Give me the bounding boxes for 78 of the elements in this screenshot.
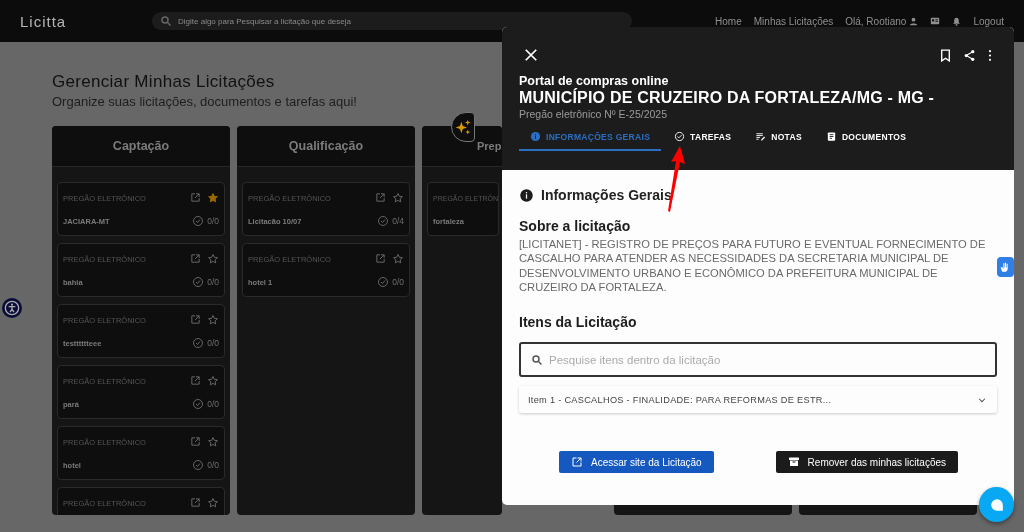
ai-assistant-button[interactable] xyxy=(451,112,475,142)
external-link-icon[interactable] xyxy=(190,497,201,508)
task-count: 0/0 xyxy=(207,399,219,409)
logout-link[interactable]: Logout xyxy=(973,15,1004,27)
check-circle-icon xyxy=(192,276,205,288)
id-card-icon[interactable] xyxy=(930,16,941,26)
check-circle-icon xyxy=(377,276,390,288)
column-title: Qualificação xyxy=(288,139,364,153)
search-icon xyxy=(531,353,543,366)
info-icon xyxy=(519,187,534,203)
external-link-icon[interactable] xyxy=(190,314,201,325)
sparkle-icon xyxy=(455,118,472,136)
section-title: Informações Gerais xyxy=(541,187,672,203)
check-circle-icon xyxy=(192,459,205,471)
star-icon[interactable] xyxy=(392,192,404,204)
task-count: 0/4 xyxy=(392,216,404,226)
task-count: 0/0 xyxy=(207,460,219,470)
column-title: Prep xyxy=(477,140,502,152)
nav-link[interactable]: Home xyxy=(715,15,742,27)
notes-pencil-icon xyxy=(755,131,767,142)
star-icon[interactable] xyxy=(207,192,219,204)
tab[interactable]: NOTAS xyxy=(744,125,813,151)
sign-language-button[interactable] xyxy=(997,257,1014,277)
bell-icon[interactable] xyxy=(952,16,962,26)
check-circle-icon xyxy=(192,337,205,349)
action-button[interactable]: Remover das minhas licitações xyxy=(775,451,958,474)
info-icon xyxy=(530,131,541,142)
document-icon xyxy=(825,131,837,142)
task-count: 0/0 xyxy=(207,277,219,287)
tab[interactable]: DOCUMENTOS xyxy=(814,125,918,151)
external-link-icon[interactable] xyxy=(190,253,201,264)
action-button[interactable]: Acessar site da Licitação xyxy=(559,451,714,474)
process-number: Pregão eletrônico Nº E-25/2025 xyxy=(519,108,668,120)
star-icon[interactable] xyxy=(207,253,219,265)
section-heading: Itens da Licitação xyxy=(519,314,638,331)
search-box[interactable]: Pesquise itens dentro da licitação xyxy=(519,342,997,378)
search-input[interactable]: Pesquise itens dentro da licitação xyxy=(549,344,985,376)
check-circle-icon xyxy=(192,398,205,410)
organization-title: MUNICÍPIO DE CRUZEIRO DA FORTALEZA/MG - MG - xyxy=(519,89,935,107)
user-menu[interactable]: Olá, Rootiano xyxy=(845,15,919,27)
check-circle-icon xyxy=(377,215,390,227)
external-link-icon[interactable] xyxy=(375,253,386,264)
close-icon[interactable] xyxy=(524,48,538,62)
archive-box-icon xyxy=(787,456,800,469)
star-icon[interactable] xyxy=(207,497,219,509)
star-icon[interactable] xyxy=(207,375,219,387)
task-count: 0/0 xyxy=(392,277,404,287)
description-text: [LICITANET] - REGISTRO DE PREÇOS PARA FUTURO E EVENTUAL FORNECIMENTO DE CASCALHO PARA ATENDER AS NECESSIDADES DA SECRETARIA MUNICIPAL DE DESENVOLVIMENTO URBANO E ECONÔMICO DA PREFEITURA MUNICIPAL DE CRUZEIRO DA FORTALEZA. xyxy=(519,237,987,295)
column-title: Captação xyxy=(112,139,170,153)
external-link-icon xyxy=(571,456,583,469)
nav-link[interactable]: Minhas Licitações xyxy=(753,15,834,27)
tab[interactable]: TAREFAS xyxy=(663,125,743,151)
page-title: Gerenciar Minhas Licitações xyxy=(52,72,275,92)
tab[interactable]: INFORMAÇÕES GERAIS xyxy=(519,125,662,151)
accessibility-icon xyxy=(4,300,20,316)
accessibility-button[interactable] xyxy=(2,298,22,318)
external-link-icon[interactable] xyxy=(190,436,201,447)
bookmark-icon[interactable] xyxy=(940,48,951,62)
external-link-icon[interactable] xyxy=(375,192,386,203)
chat-bubble-icon xyxy=(989,497,1004,512)
check-circle-icon xyxy=(674,131,686,142)
star-icon[interactable] xyxy=(392,253,404,265)
logo[interactable]: Licitta xyxy=(20,12,106,30)
task-count: 0/0 xyxy=(207,216,219,226)
more-vertical-icon[interactable] xyxy=(988,48,992,62)
external-link-icon[interactable] xyxy=(190,192,201,203)
accordion-item[interactable]: Item 1 - CASCALHOS - FINALIDADE: PARA REFORMAS DE ESTR... xyxy=(519,386,997,414)
page-subtitle: Organize suas licitações, documentos e tarefas aqui! xyxy=(52,94,357,109)
external-link-icon[interactable] xyxy=(190,375,201,386)
star-icon[interactable] xyxy=(207,436,219,448)
task-count: 0/0 xyxy=(207,338,219,348)
portal-name: Portal de compras online xyxy=(519,74,670,88)
person-icon xyxy=(909,16,919,26)
check-circle-icon xyxy=(192,215,205,227)
star-icon[interactable] xyxy=(207,314,219,326)
search-icon xyxy=(160,15,172,27)
section-heading: Sobre a licitação xyxy=(519,218,632,234)
share-icon[interactable] xyxy=(963,48,976,62)
